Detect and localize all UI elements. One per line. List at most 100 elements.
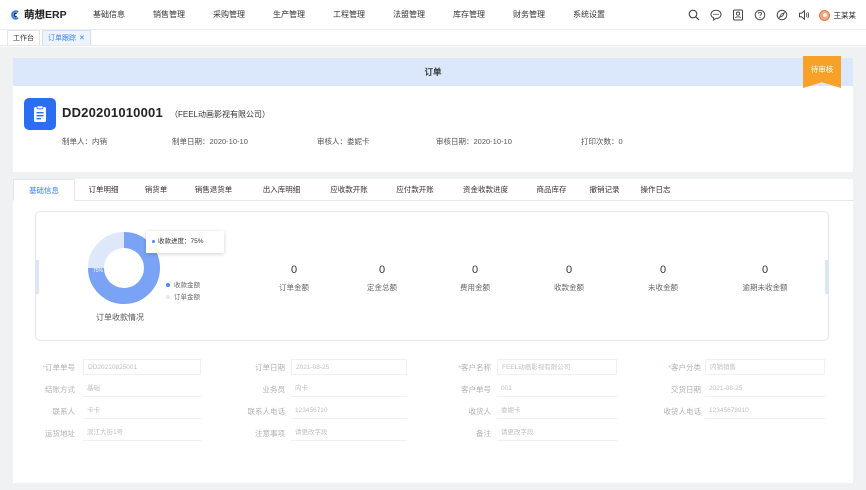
form-row: *订单单号 DD20210825001 订单日期 2021-08-25 *客户名… [13, 359, 853, 376]
legend-item-order[interactable]: 订单金额 [166, 292, 200, 304]
nav-item-engineering[interactable]: 工程管理 [326, 9, 386, 20]
avatar [818, 9, 830, 21]
stat-label: 逾期未收金额 [742, 283, 788, 292]
order-card: 订单 待审核 DD20201010001 （FEEL动画影视有限公司） 制单人：… [13, 56, 853, 483]
page-tab-label: 订单跟踪 [48, 35, 76, 42]
scroll-left-handle[interactable] [35, 260, 39, 294]
nav-item-sales[interactable]: 销售管理 [146, 9, 206, 20]
field-label: 收货人电话 [641, 403, 702, 420]
field-label: 交货日期 [641, 381, 701, 398]
settlement-method-field[interactable]: 基础 [83, 381, 201, 397]
field-label-text: 备注 [476, 429, 491, 438]
help-icon[interactable] [749, 0, 771, 30]
tab-revoke-log[interactable]: 撤销记录 [580, 179, 629, 201]
tab-inventory[interactable]: 商品库存 [523, 179, 580, 201]
top-bar: 萌想ERP 基础信息 销售管理 采购管理 生产管理 工程管理 法盟管理 库存管理… [0, 0, 866, 30]
order-no-field[interactable]: DD20210825001 [83, 359, 201, 375]
tab-operation-log[interactable]: 操作日志 [629, 179, 682, 201]
field-label-text: 客户名称 [461, 363, 491, 372]
field-label: 收货人 [431, 403, 492, 420]
nav-item-settings[interactable]: 系统设置 [566, 9, 626, 20]
field-label-text: 联系人 [52, 407, 76, 416]
nav-item-basic-info[interactable]: 基础信息 [86, 9, 146, 20]
field-label: 联系人 [15, 403, 76, 420]
meta-value: 2020-10-10 [473, 137, 512, 146]
notes-field[interactable]: 请更改字段 [291, 425, 407, 441]
detail-tabs: 基础信息 订单明细 销货单 销售退货单 出入库明细 应收款开账 应付款开账 资金… [13, 179, 853, 201]
contact-field[interactable]: 卡卡 [83, 403, 201, 419]
meta-reviewer: 审核人：娄妮卡 [317, 136, 370, 147]
legend-item-received[interactable]: 收款金额 [166, 280, 200, 292]
customer-category-field[interactable]: 内销销售 [705, 359, 825, 375]
meta-value: 0 [618, 137, 623, 146]
order-date-field[interactable]: 2021-08-25 [291, 359, 407, 375]
consignee-field[interactable]: 娄妮卡 [497, 403, 617, 419]
stat-value: 0 [378, 264, 386, 276]
order-company: （FEEL动画影视有限公司） [170, 110, 271, 119]
user-menu[interactable]: 王某某 [818, 9, 856, 21]
meta-create-date: 制单日期：2020-10-10 [172, 136, 248, 147]
close-icon[interactable]: ✕ [79, 35, 85, 42]
customer-order-no-field[interactable]: 001 [497, 381, 617, 397]
meta-value: 2020-10-10 [209, 137, 248, 146]
field-label: 注意事项 [225, 425, 285, 442]
contacts-icon[interactable] [727, 0, 749, 30]
nav-item-league[interactable]: 法盟管理 [386, 9, 446, 20]
field-label: 运货地址 [15, 425, 75, 442]
page-tabs: 工作台 订单跟踪 ✕ [0, 30, 866, 46]
field-label-text: 订单单号 [45, 363, 75, 372]
page-tab-order-tracking[interactable]: 订单跟踪 ✕ [42, 30, 91, 45]
chat-icon[interactable] [705, 0, 727, 30]
page-tab-workbench[interactable]: 工作台 [7, 30, 40, 45]
tab-sales-return[interactable]: 销售退货单 [180, 179, 247, 201]
page-tab-label: 工作台 [13, 35, 34, 42]
consignee-phone-field[interactable]: 12345678910 [705, 403, 825, 419]
meta-print-count: 打印次数：0 [581, 136, 623, 147]
section-divider [13, 172, 853, 179]
summary-panel: 75% 收款进度：75% 收款金额 订单金额 订单收款情况 0 订单金额 0 定金总… [35, 211, 829, 341]
stat-received-amount: 0 收款金额 [529, 264, 609, 293]
donut-legend: 收款金额 订单金额 [166, 280, 200, 304]
field-label: 订单日期 [225, 359, 285, 376]
stat-value: 0 [290, 264, 298, 276]
nav-item-purchase[interactable]: 采购管理 [206, 9, 266, 20]
tooltip-dot [152, 239, 155, 243]
tab-payable[interactable]: 应付款开账 [382, 179, 448, 201]
delivery-date-field[interactable]: 2021-08-25 [705, 381, 825, 397]
field-label-text: 结账方式 [45, 385, 75, 394]
tab-stock-io[interactable]: 出入库明细 [247, 179, 316, 201]
tab-basic-info[interactable]: 基础信息 [13, 179, 75, 201]
customer-name-field[interactable]: FEEL动画影视有限公司 [497, 359, 617, 375]
tab-collection-progress[interactable]: 资金收款进度 [448, 179, 523, 201]
nav-item-inventory[interactable]: 库存管理 [446, 9, 506, 20]
meta-label: 审核人： [317, 137, 347, 146]
salesperson-field[interactable]: 内卡 [291, 381, 407, 397]
field-label-text: 订单日期 [255, 363, 285, 372]
field-label-text: 客户单号 [461, 385, 491, 394]
app-logo[interactable]: 萌想ERP [10, 7, 78, 22]
stat-label: 未收金额 [648, 283, 678, 292]
contact-phone-field[interactable]: 123456710 [291, 403, 407, 419]
field-label-text: 收货人 [468, 407, 492, 416]
order-number: DD20201010001 [62, 105, 163, 120]
speaker-icon[interactable] [793, 0, 815, 30]
search-icon[interactable] [683, 0, 705, 30]
tab-sales-slip[interactable]: 销货单 [132, 179, 180, 201]
donut-center-label: 75% [93, 268, 104, 274]
field-label: 客户单号 [431, 381, 491, 398]
nav-item-finance[interactable]: 财务管理 [506, 9, 566, 20]
legend-label: 订单金额 [174, 294, 200, 301]
field-label-text: 运货地址 [45, 429, 75, 438]
tab-receivable[interactable]: 应收款开账 [316, 179, 382, 201]
nav-item-production[interactable]: 生产管理 [266, 9, 326, 20]
field-label-text: 注意事项 [255, 429, 285, 438]
tab-order-detail[interactable]: 订单明细 [75, 179, 132, 201]
legend-swatch [166, 283, 170, 288]
shipping-address-field[interactable]: 滨江大街1号 [83, 425, 201, 441]
remark-field[interactable]: 请更改字段 [497, 425, 617, 441]
order-document-icon [24, 98, 56, 130]
scroll-right-handle[interactable] [825, 260, 829, 294]
meta-value: 内销 [92, 137, 107, 146]
donut-tooltip: 收款进度：75% [146, 231, 224, 253]
explore-icon[interactable] [771, 0, 793, 30]
